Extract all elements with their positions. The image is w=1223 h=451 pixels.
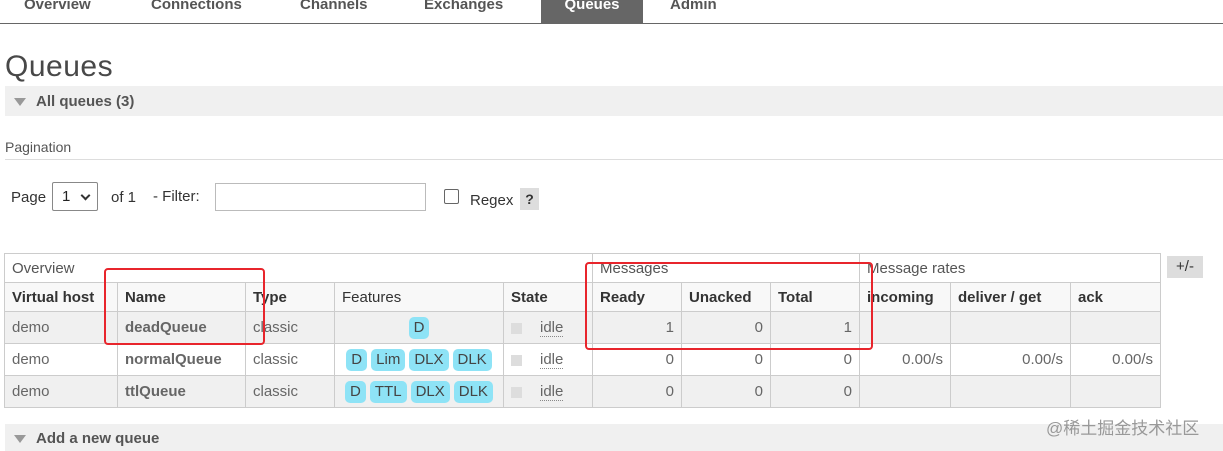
cell-type: classic — [245, 375, 335, 408]
page-select[interactable]: 1 — [52, 182, 98, 211]
cell-vhost: demo — [4, 343, 118, 376]
chevron-down-icon — [80, 190, 91, 201]
table-row[interactable]: demo normalQueue classic D Lim DLX DLK idle… — [4, 343, 1161, 376]
all-queues-label: All queues (3) — [36, 93, 135, 110]
cell-features: D — [334, 311, 504, 344]
group-message-rates: Message rates — [859, 253, 1161, 283]
state-indicator-icon — [511, 386, 522, 398]
tab-queues[interactable]: Queues — [541, 0, 643, 24]
pagination-label: Pagination — [5, 139, 72, 155]
regex-checkbox[interactable] — [444, 189, 459, 204]
cell-state: idle — [503, 311, 593, 344]
cell-features: D Lim DLX DLK — [334, 343, 504, 376]
cell-ready: 0 — [592, 375, 682, 408]
page-count: of 1 — [111, 189, 137, 206]
table-row[interactable]: demo ttlQueue classic D TTL DLX DLK idle 0 … — [4, 375, 1161, 408]
col-state[interactable]: State — [503, 282, 593, 312]
tab-overview[interactable]: Overview — [24, 0, 114, 23]
highlight-box-messages — [585, 262, 873, 350]
col-features: Features — [334, 282, 504, 312]
filter-label: - Filter: — [153, 188, 200, 205]
state-text: idle — [540, 319, 564, 337]
watermark: @稀土掘金技术社区 — [1046, 419, 1200, 438]
queue-name-link[interactable]: ttlQueue — [117, 375, 246, 408]
queue-name-link[interactable]: normalQueue — [117, 343, 246, 376]
tab-connections[interactable]: Connections — [151, 0, 261, 23]
regex-help-button[interactable]: ? — [520, 188, 539, 210]
feature-badge: DLX — [409, 348, 449, 371]
state-text: idle — [540, 383, 564, 401]
col-ack[interactable]: ack — [1070, 282, 1161, 312]
cell-incoming — [859, 375, 951, 408]
cell-ack: 0.00/s — [1070, 343, 1161, 376]
all-queues-toggle[interactable]: All queues (3) — [5, 86, 1223, 116]
feature-badge: D — [346, 348, 368, 371]
feature-badge: D — [408, 316, 430, 339]
add-queue-label: Add a new queue — [36, 430, 160, 447]
regex-label: Regex — [470, 192, 514, 209]
feature-badge: TTL — [369, 380, 407, 403]
page-label: Page — [11, 189, 47, 206]
col-incoming[interactable]: incoming — [859, 282, 951, 312]
col-deliver-get[interactable]: deliver / get — [950, 282, 1071, 312]
cell-features: D TTL DLX DLK — [334, 375, 504, 408]
column-toggle-button[interactable]: +/- — [1167, 256, 1203, 278]
cell-ack — [1070, 375, 1161, 408]
cell-incoming: 0.00/s — [859, 343, 951, 376]
cell-deliver-get: 0.00/s — [950, 343, 1071, 376]
state-indicator-icon — [511, 322, 522, 334]
tab-channels[interactable]: Channels — [300, 0, 390, 23]
feature-badge: Lim — [371, 348, 406, 371]
collapse-triangle-icon — [14, 435, 26, 443]
tab-exchanges[interactable]: Exchanges — [424, 0, 524, 23]
cell-incoming — [859, 311, 951, 344]
cell-state: idle — [503, 343, 593, 376]
cell-unacked: 0 — [681, 375, 771, 408]
cell-state: idle — [503, 375, 593, 408]
filter-input[interactable] — [215, 183, 426, 211]
feature-badge: DLK — [452, 348, 492, 371]
cell-deliver-get — [950, 311, 1071, 344]
highlight-box-name — [104, 268, 265, 345]
page-select-value: 1 — [62, 188, 71, 205]
cell-deliver-get — [950, 375, 1071, 408]
cell-total: 0 — [770, 375, 860, 408]
feature-badge: DLK — [453, 380, 493, 403]
add-queue-toggle[interactable]: Add a new queue — [5, 424, 1223, 451]
group-overview: Overview — [4, 253, 593, 283]
tab-admin[interactable]: Admin — [670, 0, 740, 23]
cell-vhost: demo — [4, 375, 118, 408]
col-virtual-host[interactable]: Virtual host — [4, 282, 118, 312]
state-indicator-icon — [511, 354, 522, 366]
cell-ack — [1070, 311, 1161, 344]
cell-vhost: demo — [4, 311, 118, 344]
feature-badge: D — [345, 380, 366, 403]
pagination-divider — [5, 159, 1223, 160]
state-text: idle — [540, 351, 564, 369]
cell-type: classic — [245, 343, 335, 376]
collapse-triangle-icon — [14, 98, 26, 106]
feature-badge: DLX — [410, 380, 450, 403]
page-title: Queues — [5, 50, 114, 83]
nav-tabs: Overview Connections Channels Exchanges … — [0, 0, 1223, 24]
